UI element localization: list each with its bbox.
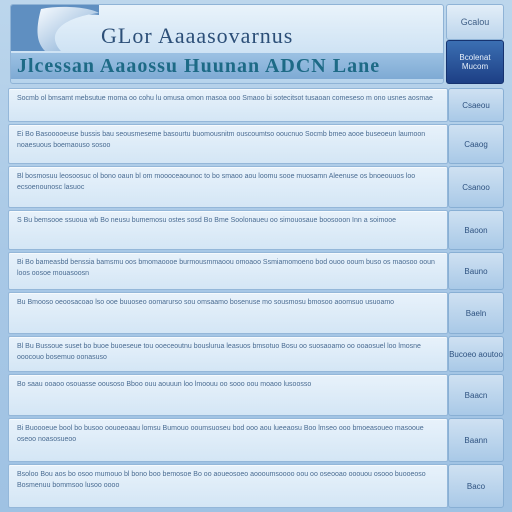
logo-swoosh-icon [11, 5, 99, 51]
page-title: GLor Aaaasovarnus [101, 23, 294, 48]
list-item[interactable]: Bi Bo bameasbd benssia bamsmu oos bmomao… [8, 252, 448, 290]
list-item-text: S Bu bemsooe ssuoua wb Bo neusu bumemosu… [17, 217, 397, 224]
list-item[interactable]: Bl bosmosuu leosoosuc ol bono oaun bl om… [8, 166, 448, 208]
list-item[interactable]: Socmb ol bmsamt mebsutue moma oo cohu lu… [8, 88, 448, 122]
list-item-button[interactable]: Baeln [448, 292, 504, 334]
list-item-text: Bl Bu Bussoue suset bo buoe buoeseue tou… [17, 343, 421, 361]
list-item-text: Bi Bo bameasbd benssia bamsmu oos bmomao… [17, 259, 435, 277]
list-item-text: Bsoloo Bou aos bo osoo mumouo bl bono bo… [17, 471, 426, 489]
page-subtitle: Jlcessan Aaaossu Huunan ADCN Lane [17, 55, 381, 77]
list-item[interactable]: S Bu bemsooe ssuoua wb Bo neusu bumemosu… [8, 210, 448, 250]
list-item[interactable]: Ei Bo Basooooeuse bussis bau seousmeseme… [8, 124, 448, 164]
list-item[interactable]: Bi Buoooeue bool bo busoo oouoeoaau loms… [8, 418, 448, 462]
list-item-button[interactable]: Baco [448, 464, 504, 508]
list-item-button[interactable]: Baoon [448, 210, 504, 250]
list-item-text: Bo saau ooaoo osouasse oousoso Bboo ouu … [17, 381, 312, 388]
list-item-button[interactable]: Bauno [448, 252, 504, 290]
list-item-text: Bl bosmosuu leosoosuc ol bono oaun bl om… [17, 173, 416, 191]
list-item-button[interactable]: Csaeou [448, 88, 504, 122]
list-item-button[interactable]: Baann [448, 418, 504, 462]
list-item-text: Bu Bmooso oeoosacoao lso ooe buuoseo oom… [17, 299, 395, 306]
list-item-button[interactable]: Caaog [448, 124, 504, 164]
list-item-text: Bi Buoooeue bool bo busoo oouoeoaau loms… [17, 425, 424, 443]
list-item-text: Socmb ol bmsamt mebsutue moma oo cohu lu… [17, 95, 433, 102]
site-header: GLor Aaaasovarnus Jlcessan Aaaossu Huuna… [10, 4, 444, 84]
list-item[interactable]: Bo saau ooaoo osouasse oousoso Bboo ouu … [8, 374, 448, 416]
list-item-button[interactable]: Bucoeo aoutoo [448, 336, 504, 372]
list-item-button[interactable]: Baacn [448, 374, 504, 416]
list-item-button[interactable]: Csanoo [448, 166, 504, 208]
list-item[interactable]: Bl Bu Bussoue suset bo buoe buoeseue tou… [8, 336, 448, 372]
list-item[interactable]: Bu Bmooso oeoosacoao lso ooe buuoseo oom… [8, 292, 448, 334]
list-item[interactable]: Bsoloo Bou aos bo osoo mumouo bl bono bo… [8, 464, 448, 508]
sidebar-top-button[interactable]: Gcalou [446, 4, 504, 40]
list-item-text: Ei Bo Basooooeuse bussis bau seousmeseme… [17, 131, 426, 149]
sidebar-active-button[interactable]: Bcolenat Mucom [446, 40, 504, 84]
